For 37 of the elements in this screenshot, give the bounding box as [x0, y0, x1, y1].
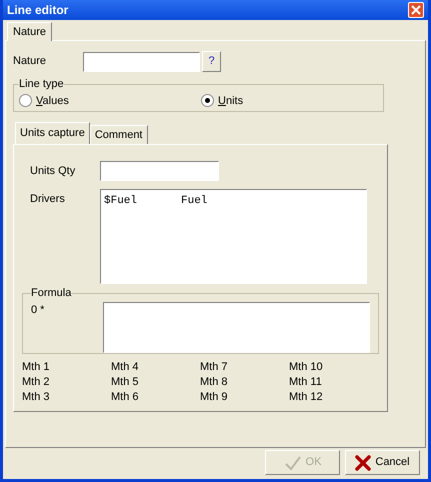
month-label: Mth 5	[111, 375, 140, 390]
month-label: Mth 7	[200, 360, 229, 375]
nature-label: Nature	[13, 54, 48, 70]
help-button[interactable]: ?	[202, 51, 221, 72]
month-label: Mth 11	[289, 375, 323, 390]
close-button[interactable]	[408, 2, 424, 18]
tab[interactable]: Units capture	[15, 122, 90, 144]
radio-button[interactable]	[19, 94, 32, 108]
drivers-label: Drivers	[29, 192, 66, 207]
units-qty-label: Units Qty	[29, 164, 76, 179]
month-label: Mth 4	[111, 360, 140, 375]
radio-label: Units	[218, 94, 244, 108]
driver-name: Fuel	[181, 194, 208, 209]
group-title: Formula	[31, 286, 72, 301]
formula-field[interactable]	[103, 302, 370, 352]
radio-label: Values	[36, 94, 69, 108]
tab[interactable]: Nature	[7, 22, 52, 41]
month-label: Mth 9	[200, 390, 229, 405]
drivers-list[interactable]: $Fuel Fuel	[100, 189, 367, 284]
driver-code: $Fuel	[104, 194, 138, 209]
formula-prefix: 0 *	[31, 302, 46, 318]
radio-button[interactable]	[201, 94, 214, 108]
units-qty-field[interactable]	[100, 161, 219, 181]
window-title: Line editor	[7, 2, 68, 19]
month-label: Mth 2	[22, 375, 51, 390]
month-label: Mth 8	[200, 375, 229, 390]
nature-field[interactable]	[83, 52, 200, 72]
x-icon	[355, 454, 372, 470]
month-label: Mth 6	[111, 390, 140, 405]
tab[interactable]: Comment	[90, 125, 148, 144]
month-label: Mth 3	[22, 390, 51, 405]
cancel-button[interactable]: Cancel	[345, 450, 420, 475]
group-title: Line type	[19, 77, 64, 92]
month-label: Mth 12	[289, 390, 324, 405]
check-icon	[284, 454, 302, 470]
month-label: Mth 10	[289, 360, 324, 375]
month-label: Mth 1	[22, 360, 51, 375]
